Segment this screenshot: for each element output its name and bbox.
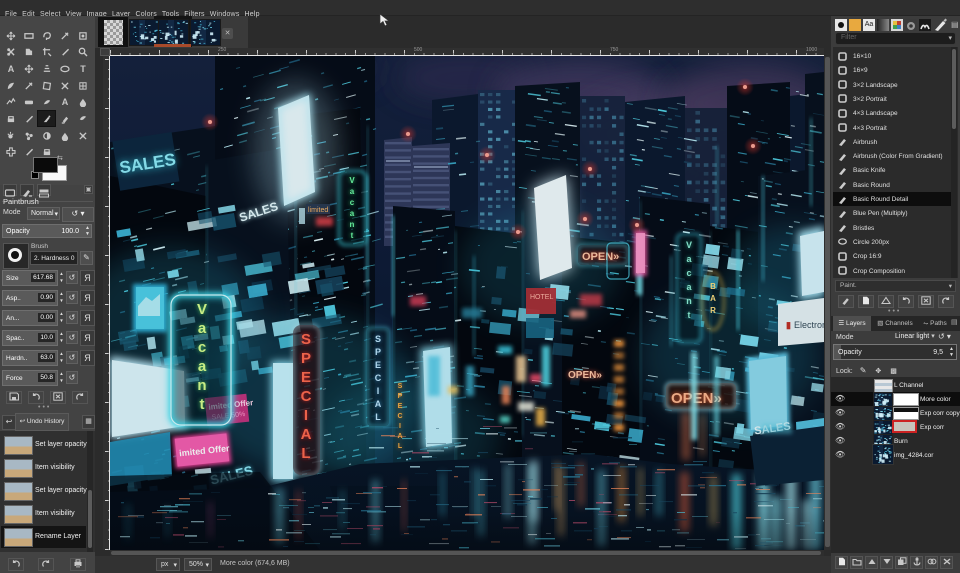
svg-text:A: A: [7, 64, 14, 74]
svg-text:A: A: [61, 97, 68, 107]
svg-text:T: T: [80, 64, 86, 74]
